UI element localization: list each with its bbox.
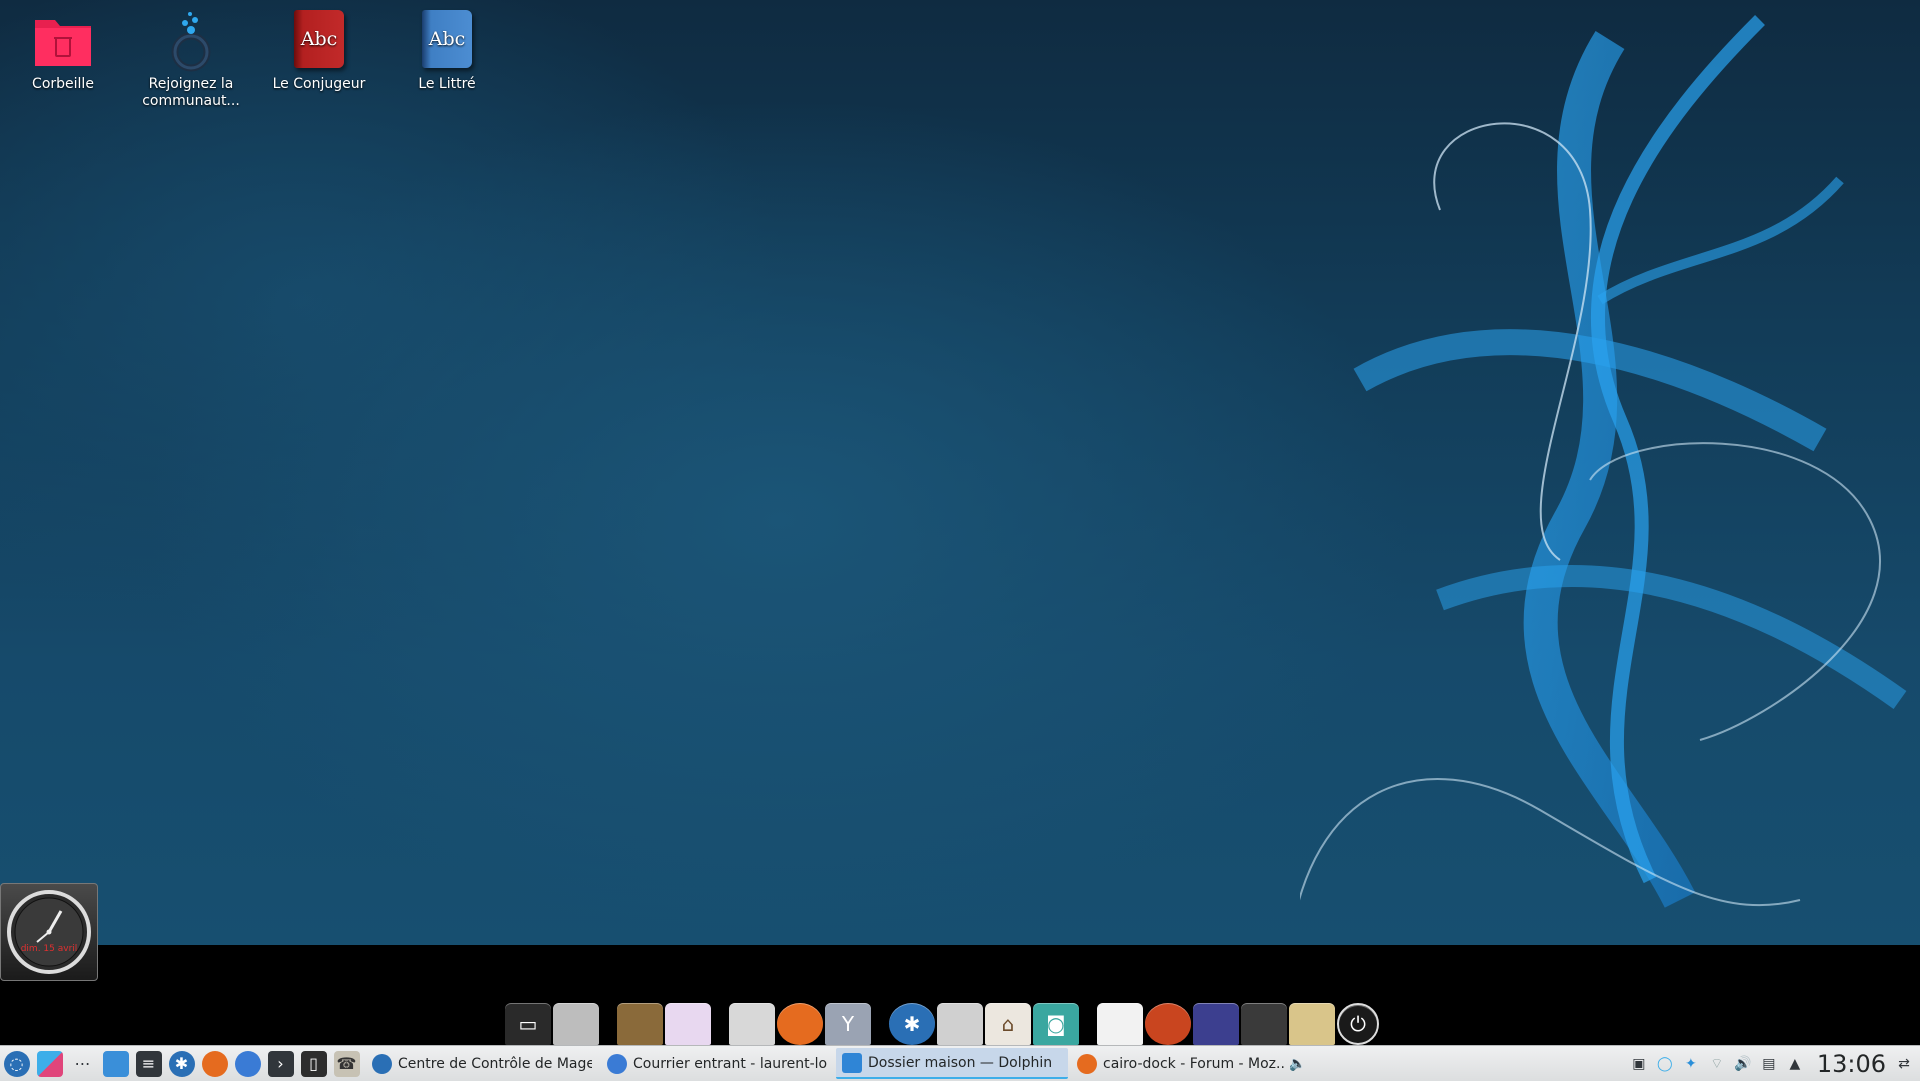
- phone-launcher[interactable]: ☎: [330, 1046, 363, 1081]
- home-icon[interactable]: ⌂: [985, 1003, 1031, 1045]
- clock-widget[interactable]: dim. 15 avril: [0, 883, 98, 981]
- mageia-icon[interactable]: [1145, 1003, 1191, 1045]
- text-editor-launcher[interactable]: ▯: [297, 1046, 330, 1081]
- dolphin-launcher[interactable]: [99, 1046, 132, 1081]
- desktop-icon-trash[interactable]: Corbeille: [3, 8, 123, 93]
- panel-settings-icon[interactable]: ⇄: [1896, 1056, 1912, 1072]
- system-monitor-launcher[interactable]: ≡: [132, 1046, 165, 1081]
- settings-gear-icon: ✱: [168, 1050, 195, 1077]
- analog-clock-icon: [7, 890, 91, 974]
- terminal-icon: ›: [267, 1050, 294, 1077]
- text-editor-icon: ▯: [300, 1050, 327, 1077]
- power-icon[interactable]: ⏻: [1337, 1003, 1379, 1045]
- thunderbird-icon: [607, 1053, 627, 1074]
- gimp-icon[interactable]: [617, 1003, 663, 1045]
- task-control-center[interactable]: Centre de Contrôle de Magei...: [366, 1048, 598, 1079]
- terminal-icon[interactable]: ▭: [505, 1003, 551, 1045]
- desktop-icon-label: Rejoignez la communaut...: [142, 76, 240, 109]
- task-firefox[interactable]: cairo-dock - Forum - Moz... 🔈: [1071, 1048, 1311, 1079]
- system-monitor-icon: ≡: [135, 1050, 162, 1077]
- document-icon[interactable]: [1097, 1003, 1143, 1045]
- chevron-up-icon[interactable]: ▲: [1787, 1056, 1803, 1072]
- trash-folder-icon: [31, 8, 95, 72]
- desktop-icon-conjugeur[interactable]: Abc Le Conjugeur: [259, 8, 379, 93]
- firefox-icon[interactable]: [777, 1003, 823, 1045]
- firefox-launcher[interactable]: [198, 1046, 231, 1081]
- desktop-icon-label: Le Conjugeur: [272, 76, 366, 92]
- mageia-control-center-icon: [372, 1053, 392, 1074]
- desktop-icon-community[interactable]: Rejoignez la communaut...: [131, 8, 251, 110]
- thunderbird-icon: [234, 1050, 261, 1077]
- task-label: Centre de Contrôle de Magei...: [398, 1055, 592, 1072]
- taskbar-clock[interactable]: 13:06: [1817, 1050, 1886, 1078]
- printer-icon[interactable]: [553, 1003, 599, 1045]
- folder-icon: [102, 1050, 129, 1077]
- task-label: cairo-dock - Forum - Moz...: [1103, 1055, 1284, 1072]
- task-label: Courrier entrant - laurent-loi...: [633, 1055, 827, 1072]
- monitor-ram-icon[interactable]: [1193, 1003, 1239, 1045]
- control-center-launcher[interactable]: ✱: [165, 1046, 198, 1081]
- device-icon[interactable]: ▣: [1631, 1056, 1647, 1072]
- more-launchers-button[interactable]: ⋯: [66, 1046, 99, 1081]
- audio-playing-icon[interactable]: 🔈: [1290, 1056, 1306, 1072]
- desktop-icon-littre[interactable]: Abc Le Littré: [387, 8, 507, 93]
- notification-icon[interactable]: [1289, 1003, 1335, 1045]
- volume-icon[interactable]: 🔊: [1734, 1056, 1751, 1072]
- taskbar: ◌ ⋯ ≡ ✱ › ▯ ☎ Centre de Contrôle de Mage…: [0, 1045, 1920, 1081]
- task-dolphin[interactable]: Dossier maison — Dolphin: [836, 1048, 1068, 1079]
- switch-icon[interactable]: [1241, 1003, 1287, 1045]
- blue-book-icon: Abc: [415, 8, 479, 72]
- pager-icon: [36, 1050, 63, 1077]
- terminal-launcher[interactable]: ›: [264, 1046, 297, 1081]
- updates-icon[interactable]: ◯: [1657, 1056, 1673, 1072]
- system-tray: ▣ ◯ ✦ ⌔ 🔊 ▤ ▲ 13:06 ⇄: [1631, 1050, 1920, 1078]
- folder-icon[interactable]: [937, 1003, 983, 1045]
- thunderbird-launcher[interactable]: [231, 1046, 264, 1081]
- clock-widget-date: dim. 15 avril: [20, 944, 78, 954]
- clipboard-icon[interactable]: ▤: [1761, 1056, 1777, 1072]
- settings-gear-icon[interactable]: ✱: [889, 1003, 935, 1045]
- wallpaper-swirl: [1300, 15, 1907, 908]
- task-label: Dossier maison — Dolphin: [868, 1054, 1053, 1071]
- dots-icon: ⋯: [74, 1054, 91, 1073]
- mageia-menu-icon: ◌: [3, 1050, 30, 1077]
- cairo-dock: ▭ Y ✱ ⌂ ◙ ⏻: [505, 998, 1420, 1045]
- community-icon: [159, 8, 223, 72]
- desktop-pager-button[interactable]: [33, 1046, 66, 1081]
- telephone-icon: ☎: [333, 1050, 360, 1077]
- screenshot-icon[interactable]: ◙: [1033, 1003, 1079, 1045]
- application-menu-button[interactable]: ◌: [0, 1046, 33, 1081]
- writer-icon[interactable]: [665, 1003, 711, 1045]
- desktop-icon-label: Le Littré: [418, 76, 476, 92]
- task-thunderbird[interactable]: Courrier entrant - laurent-loi...: [601, 1048, 833, 1079]
- red-book-icon: Abc: [287, 8, 351, 72]
- network-icon[interactable]: ⌔: [1709, 1056, 1725, 1072]
- file-icon[interactable]: [729, 1003, 775, 1045]
- mageia-update-icon[interactable]: ✦: [1683, 1056, 1699, 1072]
- vlc-icon[interactable]: Y: [825, 1003, 871, 1045]
- firefox-icon: [1077, 1053, 1097, 1074]
- firefox-icon: [201, 1050, 228, 1077]
- desktop-icon-label: Corbeille: [32, 76, 94, 92]
- dolphin-folder-icon: [842, 1052, 862, 1073]
